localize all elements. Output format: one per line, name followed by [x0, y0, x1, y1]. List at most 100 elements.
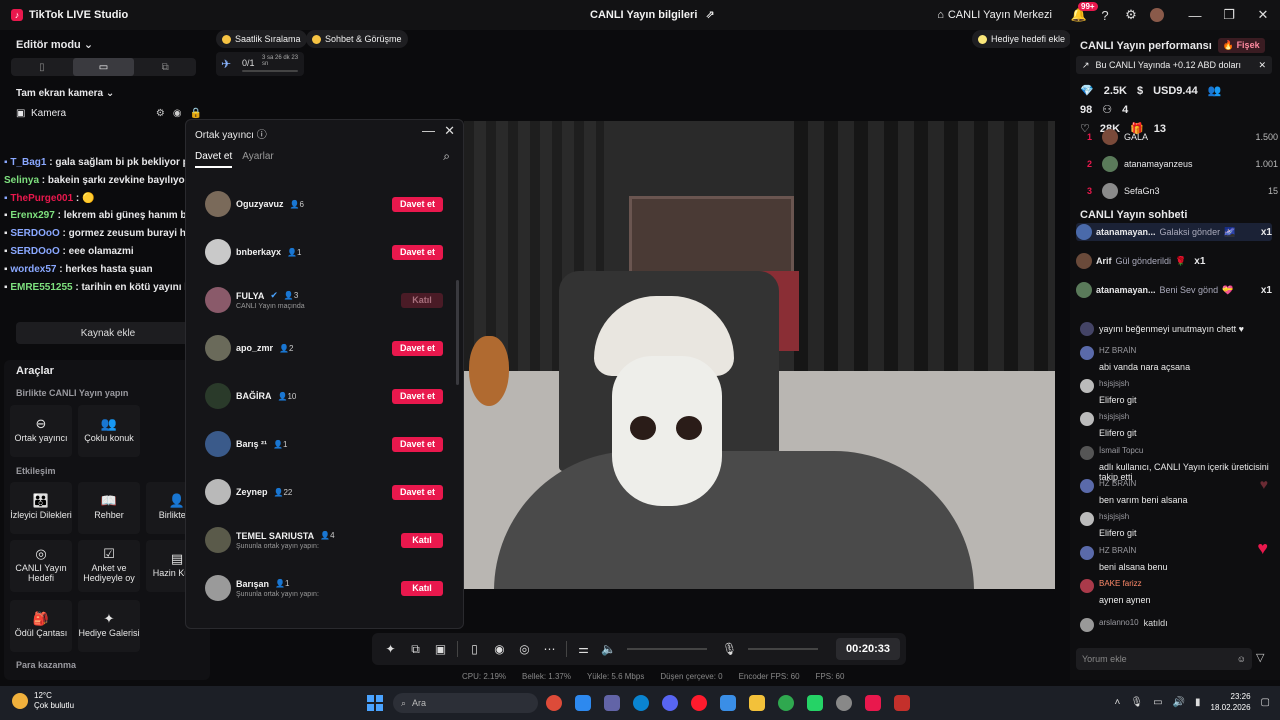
tab-settings[interactable]: Ayarlar [242, 151, 274, 168]
join-button[interactable]: Katıl [401, 292, 443, 308]
taskbar-search[interactable]: ⌕ Ara [393, 693, 538, 713]
mic-slider[interactable] [748, 648, 818, 650]
live-goal-tool[interactable]: ◎ CANLI Yayın Hedefi [10, 540, 72, 592]
store-icon[interactable] [575, 695, 591, 711]
whatsapp-icon[interactable] [807, 695, 823, 711]
hourly-ranking-pill[interactable]: Saatlik Sıralama [216, 30, 307, 48]
gift-gallery-tool[interactable]: ✦ Hediye Galerisi [78, 600, 140, 652]
tool-label: Anket ve Hediyeyle oy [83, 563, 135, 583]
comment-input[interactable]: Yorum ekle ☺ [1076, 648, 1252, 670]
ranking-row[interactable]: 3 SefaGn3 15 [1080, 181, 1278, 201]
stat-dropped: Düşen çerçeve: 0 [660, 672, 723, 681]
volume-icon[interactable]: 🔊 [1173, 697, 1185, 708]
volume-slider[interactable] [627, 648, 707, 650]
firework-badge[interactable]: 🔥 Fişek [1217, 38, 1265, 53]
user-count: 10 [287, 391, 297, 401]
chat-user: Erenx297 [10, 210, 55, 222]
folder-icon[interactable] [749, 695, 765, 711]
user-count: 3 [293, 291, 299, 300]
landscape-mode-button[interactable]: ▭ [72, 58, 135, 76]
chat-line: ▪ ThePurge001 : 🟡 [4, 192, 95, 204]
poll-icon: ☑ [103, 546, 115, 561]
windows-start-icon[interactable] [367, 695, 383, 711]
chrome-alt-icon[interactable] [778, 695, 794, 711]
clip-icon[interactable]: ◎ [512, 642, 537, 656]
multi-guest-tool[interactable]: 👥 Çoklu konuk [78, 405, 140, 457]
mic-icon[interactable]: 🎙 [717, 642, 742, 656]
tab-invite[interactable]: Davet et [195, 151, 233, 168]
join-button[interactable]: Katıl [401, 532, 443, 548]
close-icon[interactable]: ✕ [444, 123, 455, 139]
edge-icon[interactable] [633, 695, 649, 711]
minimize-icon[interactable]: — [422, 123, 435, 138]
invite-button[interactable]: Davet et [391, 388, 443, 404]
dual-mode-button[interactable]: ⧉ [134, 58, 196, 76]
camera-source-row[interactable]: ▣ Kamera ⚙ ◉ 🔒 [16, 108, 202, 119]
co-host-tool[interactable]: ⊖ Ortak yayıncı [10, 405, 72, 457]
invite-button[interactable]: Davet et [391, 340, 443, 356]
filter-icon[interactable]: ▽ [1256, 651, 1264, 664]
chevron-up-icon[interactable]: ˄ [1115, 697, 1121, 708]
battery-icon[interactable]: ▮ [1195, 697, 1201, 708]
gear-icon[interactable]: ⚙ [1118, 0, 1144, 30]
lock-icon[interactable]: 🔒 [190, 108, 202, 119]
weather-widget[interactable]: 12°C Çok bulutlu [12, 691, 74, 711]
chat-pill[interactable]: Sohbet & Görüşme [306, 30, 408, 48]
mic-icon[interactable]: 🎙 [1130, 697, 1143, 708]
message-user: İsmail Topcu [1099, 446, 1144, 455]
speaker-icon[interactable]: 🔈 [596, 642, 621, 656]
eye-icon[interactable]: ◉ [173, 108, 182, 119]
camera-section-dropdown[interactable]: Tam ekran kamera ⌄ [16, 88, 114, 99]
add-source-button[interactable]: Kaynak ekle [16, 322, 200, 344]
scrollbar[interactable] [456, 280, 459, 385]
clock[interactable]: 23:26 18.02.2026 [1211, 691, 1251, 713]
guide-tool[interactable]: 📖 Rehber [78, 482, 140, 534]
record-icon[interactable]: ◉ [487, 642, 512, 656]
emoji-icon[interactable]: ☺ [1237, 654, 1246, 664]
search-icon[interactable]: ⌕ [443, 149, 450, 164]
chat-line: ▪ Erenx297 : lekrem abi güneş hanım bugü… [4, 207, 212, 225]
close-button[interactable]: ✕ [1246, 0, 1280, 30]
live-center-button[interactable]: ⌂ CANLI Yayın Merkezi [937, 9, 1052, 21]
reward-bag-tool[interactable]: 🎒 Ödül Çantası [10, 600, 72, 652]
avatar[interactable] [1144, 0, 1170, 30]
youtube-icon[interactable] [894, 695, 910, 711]
mail-icon[interactable] [720, 695, 736, 711]
discord-icon[interactable] [662, 695, 678, 711]
viewer-wishes-tool[interactable]: 👪 İzleyici Dilekleri [10, 482, 72, 534]
more-icon[interactable]: ⋯ [537, 642, 562, 656]
steam-icon[interactable] [836, 695, 852, 711]
maximize-button[interactable]: ❐ [1212, 0, 1246, 30]
bell-icon[interactable]: 🔔 99+ [1066, 0, 1098, 30]
heart-gift-icon: 💝 [1222, 284, 1234, 295]
portrait-mode-button[interactable]: ▯ [11, 58, 73, 76]
goal-widget[interactable]: ✈ 0/1 3 sa 26 dk 23 sn [216, 52, 304, 76]
join-button[interactable]: Katıl [401, 580, 443, 596]
layout-icon[interactable]: ⧉ [403, 642, 428, 657]
ranking-row[interactable]: 2 atanamayanzeus 1.001 [1080, 154, 1278, 174]
network-icon[interactable]: ▭ [1153, 697, 1162, 708]
invite-button[interactable]: Davet et [391, 244, 443, 260]
ranking-row[interactable]: 1 GALA 1.500 [1080, 127, 1278, 147]
settings-icon[interactable]: ⚙ [156, 108, 165, 119]
invite-button[interactable]: Davet et [391, 196, 443, 212]
sliders-icon[interactable]: ⚌ [571, 642, 596, 656]
phone-icon[interactable]: ▯ [462, 642, 487, 656]
camera-preview[interactable] [464, 121, 1055, 589]
poll-tool[interactable]: ☑ Anket ve Hediyeyle oy [78, 540, 140, 592]
minimize-button[interactable]: — [1178, 0, 1212, 30]
invite-button[interactable]: Davet et [391, 436, 443, 452]
notification-icon[interactable]: ▢ [1261, 697, 1270, 708]
teams-icon[interactable] [604, 695, 620, 711]
screen-icon[interactable]: ▣ [428, 642, 453, 656]
live-info-title[interactable]: CANLI Yayın bilgileri ⇗ [590, 8, 715, 22]
opera-icon[interactable] [691, 695, 707, 711]
tiktok-studio-icon[interactable] [865, 695, 881, 711]
gift-goal-button[interactable]: Hediye hedefi ekle [972, 30, 1072, 48]
chrome-icon[interactable] [546, 695, 562, 711]
magic-wand-icon[interactable]: ✦ [378, 642, 403, 656]
close-icon[interactable]: ✕ [1258, 60, 1266, 71]
editor-mode-dropdown[interactable]: Editör modu ⌄ [16, 38, 93, 51]
help-icon[interactable]: ? [1092, 0, 1118, 30]
invite-button[interactable]: Davet et [391, 484, 443, 500]
